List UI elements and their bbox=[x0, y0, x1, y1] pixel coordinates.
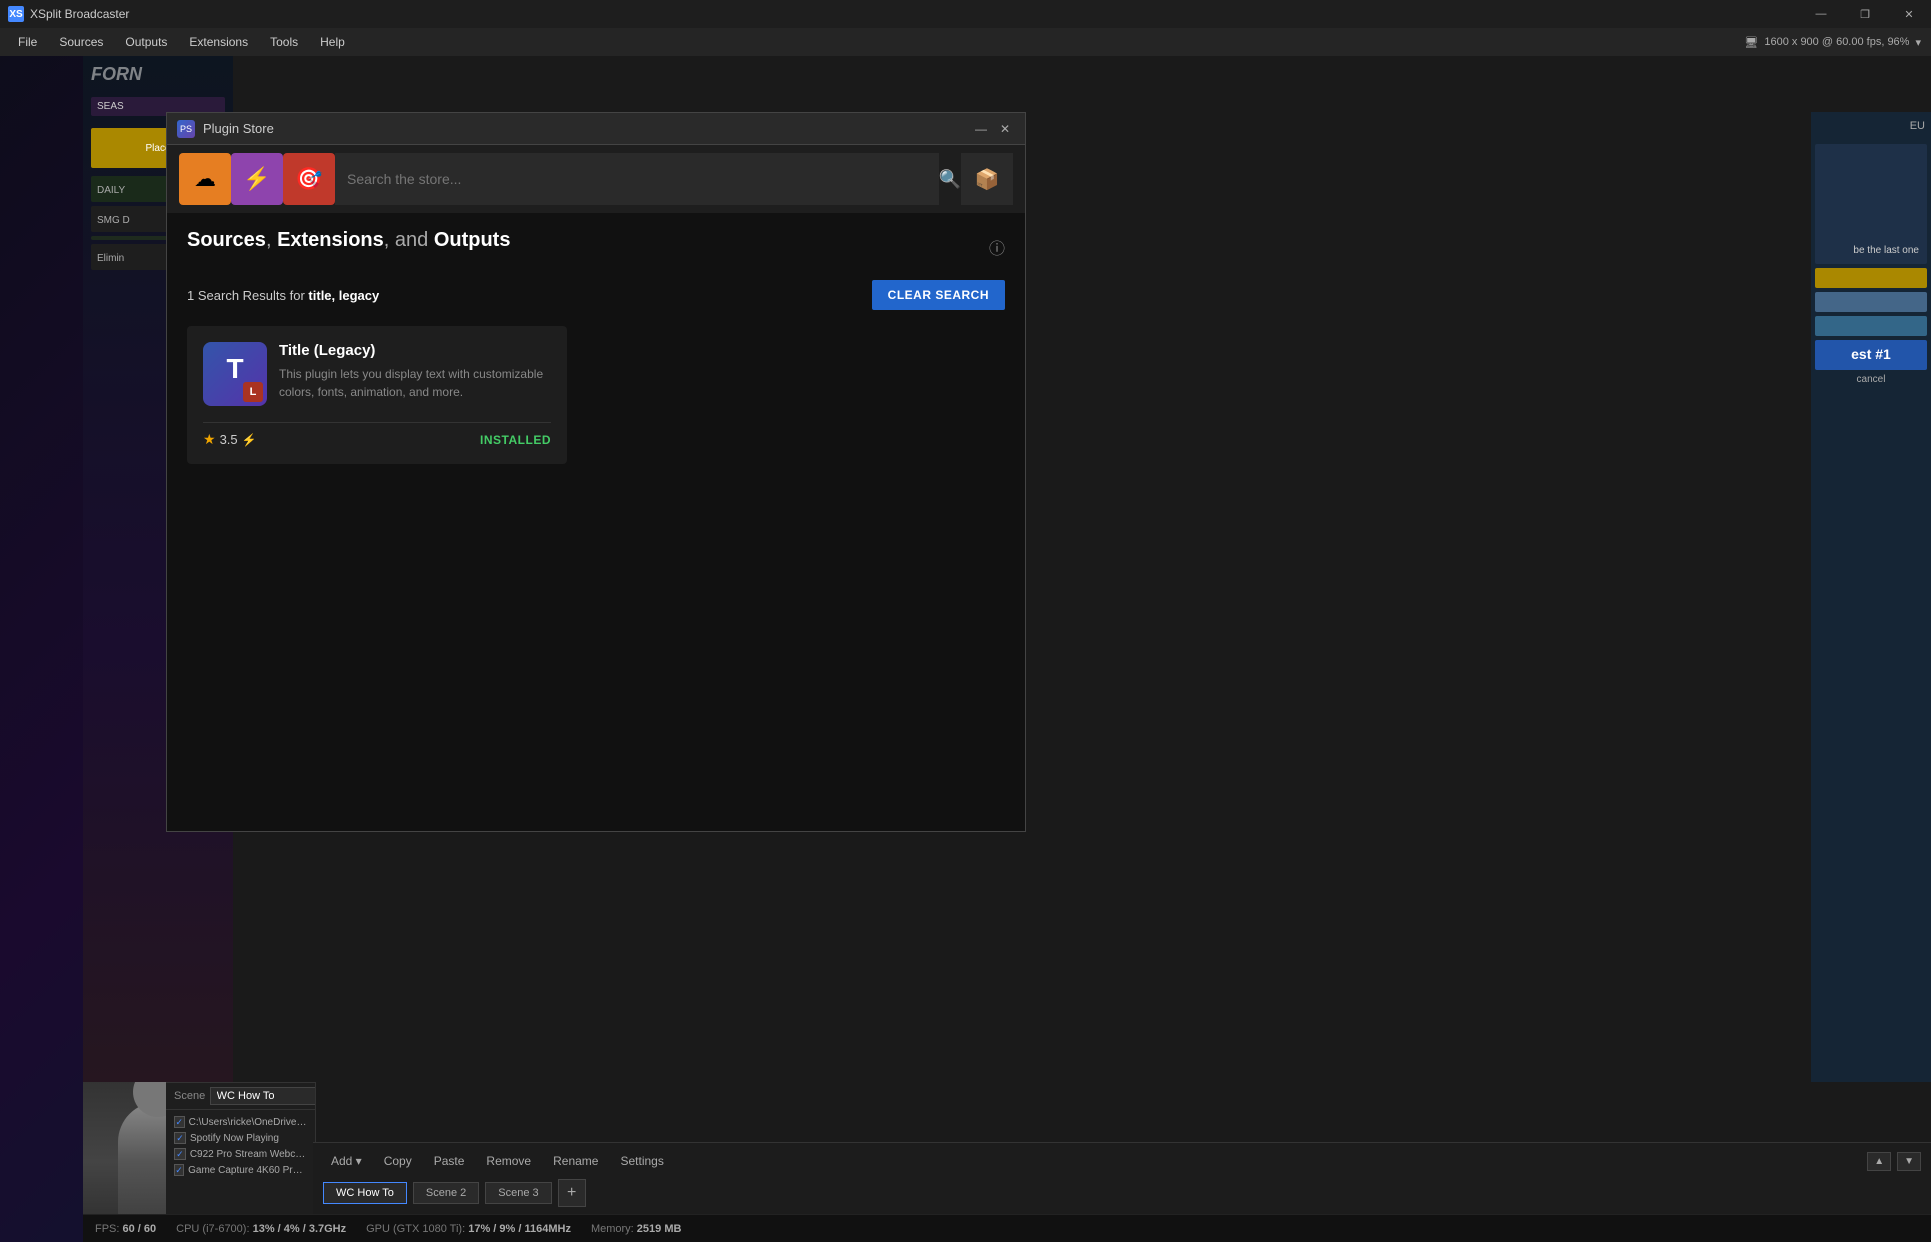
plugin-card[interactable]: T L Title (Legacy) This plugin lets you … bbox=[187, 326, 567, 464]
down-button[interactable]: ▼ bbox=[1897, 1152, 1921, 1171]
game-bar-3 bbox=[1815, 316, 1927, 336]
source-checkbox-0[interactable] bbox=[174, 1116, 185, 1128]
source-name-0: C:\Users\ricke\OneDrive\Twit... bbox=[189, 1117, 307, 1128]
star-icon: ★ bbox=[203, 431, 216, 448]
remove-button[interactable]: Remove bbox=[478, 1151, 539, 1171]
scene-tiles-row: WC How To Scene 2 Scene 3 + bbox=[323, 1179, 1921, 1207]
source-item-2: C922 Pro Stream Webcam bbox=[174, 1146, 307, 1162]
last-one-text: be the last one bbox=[1853, 245, 1919, 256]
menu-bar: File Sources Outputs Extensions Tools He… bbox=[0, 28, 1931, 56]
plugin-store-icon: PS bbox=[177, 120, 195, 138]
title-bar-controls: — ❐ ✕ bbox=[1799, 0, 1931, 28]
gpu-label: GPU (GTX 1080 Ti): 17% / 9% / 1164MHz bbox=[366, 1223, 571, 1235]
search-bar bbox=[335, 153, 939, 205]
menu-file[interactable]: File bbox=[8, 31, 47, 53]
source-name-2: C922 Pro Stream Webcam bbox=[190, 1149, 307, 1160]
cpu-label: CPU (i7-6700): 13% / 4% / 3.7GHz bbox=[176, 1223, 346, 1235]
cancel-text: cancel bbox=[1815, 374, 1927, 385]
source-checkbox-3[interactable] bbox=[174, 1164, 184, 1176]
up-button[interactable]: ▲ bbox=[1867, 1152, 1891, 1171]
copy-button[interactable]: Copy bbox=[376, 1151, 420, 1171]
right-game-panel: EU be the last one est #1 cancel bbox=[1811, 112, 1931, 1082]
search-button[interactable]: 🔍 bbox=[939, 169, 961, 190]
cart-button[interactable]: 📦 bbox=[961, 153, 1013, 205]
restore-button[interactable]: ❐ bbox=[1843, 0, 1887, 28]
menu-help[interactable]: Help bbox=[310, 31, 355, 53]
add-scene-button[interactable]: + bbox=[558, 1179, 586, 1207]
app-title: XSplit Broadcaster bbox=[30, 7, 129, 21]
close-button[interactable]: ✕ bbox=[1887, 0, 1931, 28]
rename-button[interactable]: Rename bbox=[545, 1151, 606, 1171]
game-title-partial: FORN bbox=[83, 56, 233, 93]
plugin-info: Title (Legacy) This plugin lets you disp… bbox=[279, 342, 551, 401]
plugin-store-header: ☁ ⚡ 🎯 🔍 📦 bbox=[167, 145, 1025, 213]
paste-button[interactable]: Paste bbox=[426, 1151, 473, 1171]
app-icon: XS bbox=[8, 6, 24, 22]
minimize-button[interactable]: — bbox=[1799, 0, 1843, 28]
broadcaster-area: FORN SEAS Place DAILY SMG D Elimin bbox=[83, 56, 1931, 1242]
fps-label: FPS: 60 / 60 bbox=[95, 1223, 156, 1235]
menu-sources[interactable]: Sources bbox=[49, 31, 113, 53]
search-results-text: 1 Search Results for title, legacy bbox=[187, 288, 379, 303]
installed-badge: INSTALLED bbox=[480, 433, 551, 447]
resolution-info: 🖥 1600 x 900 @ 60.00 fps, 96% ▾ bbox=[1744, 36, 1921, 49]
app-title-bar: XS XSplit Broadcaster — ❐ ✕ bbox=[0, 0, 1931, 28]
plugin-store-modal: PS Plugin Store — ✕ ☁ ⚡ 🎯 🔍 📦 Source bbox=[166, 112, 1026, 832]
source-toolbar: Add ▾ Copy Paste Remove Rename Settings … bbox=[323, 1151, 1921, 1171]
settings-button[interactable]: Settings bbox=[612, 1151, 671, 1171]
info-button[interactable]: ⓘ bbox=[989, 235, 1005, 259]
scene-tile-2[interactable]: Scene 2 bbox=[413, 1182, 479, 1204]
plugin-name: Title (Legacy) bbox=[279, 342, 551, 359]
rating-value: 3.5 bbox=[220, 432, 238, 447]
plugin-card-bottom: ★ 3.5 ⚡ INSTALLED bbox=[203, 422, 551, 448]
source-item-3: Game Capture 4K60 Pro Video... bbox=[174, 1162, 307, 1178]
source-name-1: Spotify Now Playing bbox=[190, 1133, 279, 1144]
plugin-store-title: Plugin Store bbox=[203, 121, 971, 136]
plugin-icon: T L bbox=[203, 342, 267, 406]
plugin-store-subtitle: Sources, Extensions, and Outputs bbox=[187, 229, 510, 252]
source-item-0: C:\Users\ricke\OneDrive\Twit... bbox=[174, 1114, 307, 1130]
plugin-rating: ★ 3.5 ⚡ bbox=[203, 431, 257, 448]
plugin-store-title-bar: PS Plugin Store — ✕ bbox=[167, 113, 1025, 145]
status-bar: FPS: 60 / 60 CPU (i7-6700): 13% / 4% / 3… bbox=[83, 1214, 1931, 1242]
scene-label: Scene bbox=[174, 1090, 205, 1102]
plugin-icon-secondary: L bbox=[243, 382, 263, 402]
extensions-nav-icon[interactable]: ⚡ bbox=[231, 153, 283, 205]
plugin-store-minimize[interactable]: — bbox=[971, 119, 991, 139]
menu-extensions[interactable]: Extensions bbox=[179, 31, 258, 53]
game-ui-area: be the last one bbox=[1815, 144, 1927, 264]
plugin-description: This plugin lets you display text with c… bbox=[279, 365, 551, 401]
scene-tile-3[interactable]: Scene 3 bbox=[485, 1182, 551, 1204]
menu-tools[interactable]: Tools bbox=[260, 31, 308, 53]
scene-sources-list: C:\Users\ricke\OneDrive\Twit... Spotify … bbox=[166, 1110, 315, 1182]
plugin-store-controls: — ✕ bbox=[971, 119, 1015, 139]
game-bar-2 bbox=[1815, 292, 1927, 312]
outputs-nav-icon[interactable]: 🎯 bbox=[283, 153, 335, 205]
source-name-3: Game Capture 4K60 Pro Video... bbox=[188, 1165, 307, 1176]
sources-nav-icon[interactable]: ☁ bbox=[179, 153, 231, 205]
plugin-card-top: T L Title (Legacy) This plugin lets you … bbox=[203, 342, 551, 406]
scene-tile-1[interactable]: WC How To bbox=[323, 1182, 407, 1204]
source-checkbox-1[interactable] bbox=[174, 1132, 186, 1144]
search-input[interactable] bbox=[347, 171, 927, 187]
scene-label-row: Scene bbox=[166, 1083, 315, 1110]
best-badge: est #1 bbox=[1815, 340, 1927, 370]
search-results-row: 1 Search Results for title, legacy CLEAR… bbox=[187, 280, 1005, 310]
clear-search-button[interactable]: CLEAR SEARCH bbox=[872, 280, 1005, 310]
scene-name-input[interactable] bbox=[210, 1087, 316, 1105]
game-bar-1 bbox=[1815, 268, 1927, 288]
memory-label: Memory: 2519 MB bbox=[591, 1223, 681, 1235]
source-item-1: Spotify Now Playing bbox=[174, 1130, 307, 1146]
add-button[interactable]: Add ▾ bbox=[323, 1151, 370, 1171]
search-term: title, legacy bbox=[308, 288, 379, 303]
region-label: EU bbox=[1811, 112, 1931, 140]
source-checkbox-2[interactable] bbox=[174, 1148, 186, 1160]
menu-outputs[interactable]: Outputs bbox=[115, 31, 177, 53]
plugin-store-close[interactable]: ✕ bbox=[995, 119, 1015, 139]
plugin-store-content: Sources, Extensions, and Outputs ⓘ 1 Sea… bbox=[167, 213, 1025, 831]
lightning-icon: ⚡ bbox=[242, 433, 257, 447]
